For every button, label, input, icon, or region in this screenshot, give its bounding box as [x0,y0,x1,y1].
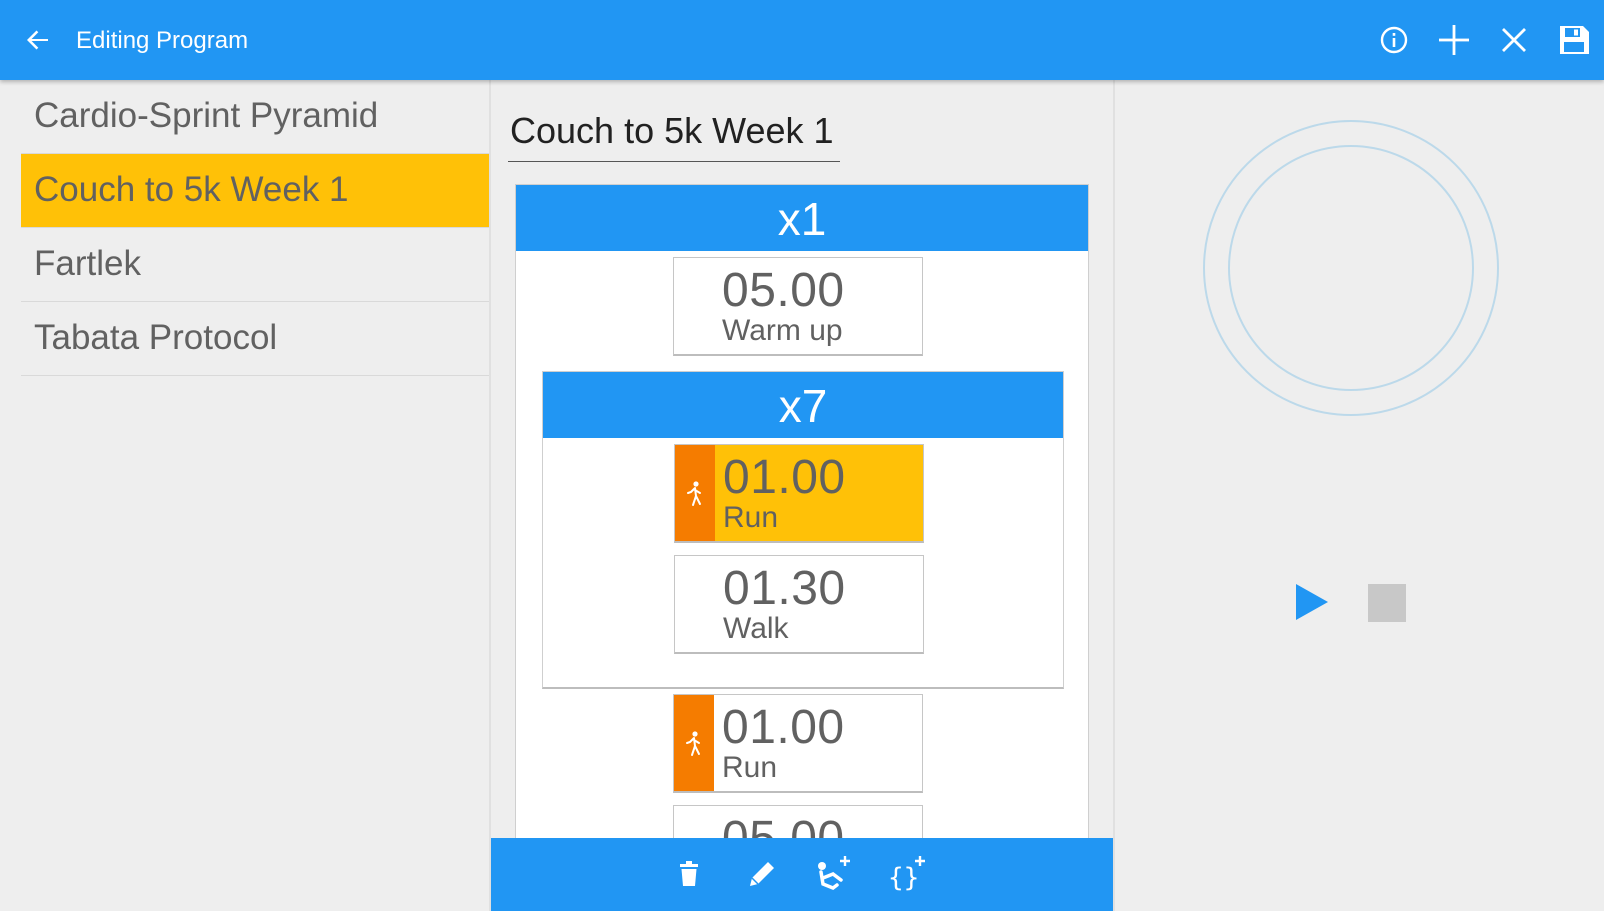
timer-ring-inner [1228,145,1474,391]
page-title: Editing Program [76,27,249,54]
close-icon[interactable] [1494,20,1534,60]
step-card[interactable]: 01.30 Walk [674,555,924,654]
walking-person-icon [687,481,701,506]
arrow-left-icon[interactable] [22,24,54,56]
step-type-strip [675,445,715,541]
step-time: 05.00 [722,264,845,317]
program-title-field[interactable]: Couch to 5k Week 1 [508,110,840,162]
program-editor: Couch to 5k Week 1 x1 05.00 Warm up x7 0… [491,80,1113,911]
svg-text:{}: {} [888,863,919,893]
editor-action-bar: {} [491,838,1113,911]
repeat-count-outer[interactable]: x1 [516,185,1088,251]
stop-icon[interactable] [1368,584,1406,622]
play-icon[interactable] [1294,583,1330,626]
program-item-selected[interactable]: Couch to 5k Week 1 [21,154,489,228]
program-item[interactable]: Fartlek [21,228,489,302]
walking-person-icon [686,731,700,756]
step-card[interactable]: 05.00 Warm up [673,257,923,356]
info-icon[interactable] [1374,20,1414,60]
step-time: 01.30 [723,562,846,615]
step-label: Run [723,501,779,534]
repeat-group-outer: x1 05.00 Warm up x7 01.00 Run 01.30 Walk [515,184,1089,911]
step-time: 01.00 [723,451,846,504]
step-label: Warm up [722,314,843,347]
step-card[interactable]: 01.00 Run [673,694,923,793]
step-label: Walk [723,612,789,645]
save-icon[interactable] [1554,20,1594,60]
app-bar: Editing Program [0,0,1604,80]
program-list: Cardio-Sprint Pyramid Couch to 5k Week 1… [0,80,490,911]
add-group-icon[interactable]: {} [887,854,927,894]
program-item[interactable]: Tabata Protocol [21,302,489,376]
step-type-strip [674,695,714,791]
step-card-selected[interactable]: 01.00 Run [674,444,924,543]
repeat-group-inner: x7 01.00 Run 01.30 Walk [542,371,1064,689]
pencil-icon[interactable] [742,854,782,894]
trash-icon[interactable] [669,854,709,894]
add-exercise-icon[interactable] [813,854,853,894]
repeat-count-inner[interactable]: x7 [543,372,1063,438]
step-time: 01.00 [722,701,845,754]
program-item[interactable]: Cardio-Sprint Pyramid [21,80,489,154]
step-label: Run [722,751,778,784]
plus-icon[interactable] [1434,20,1474,60]
